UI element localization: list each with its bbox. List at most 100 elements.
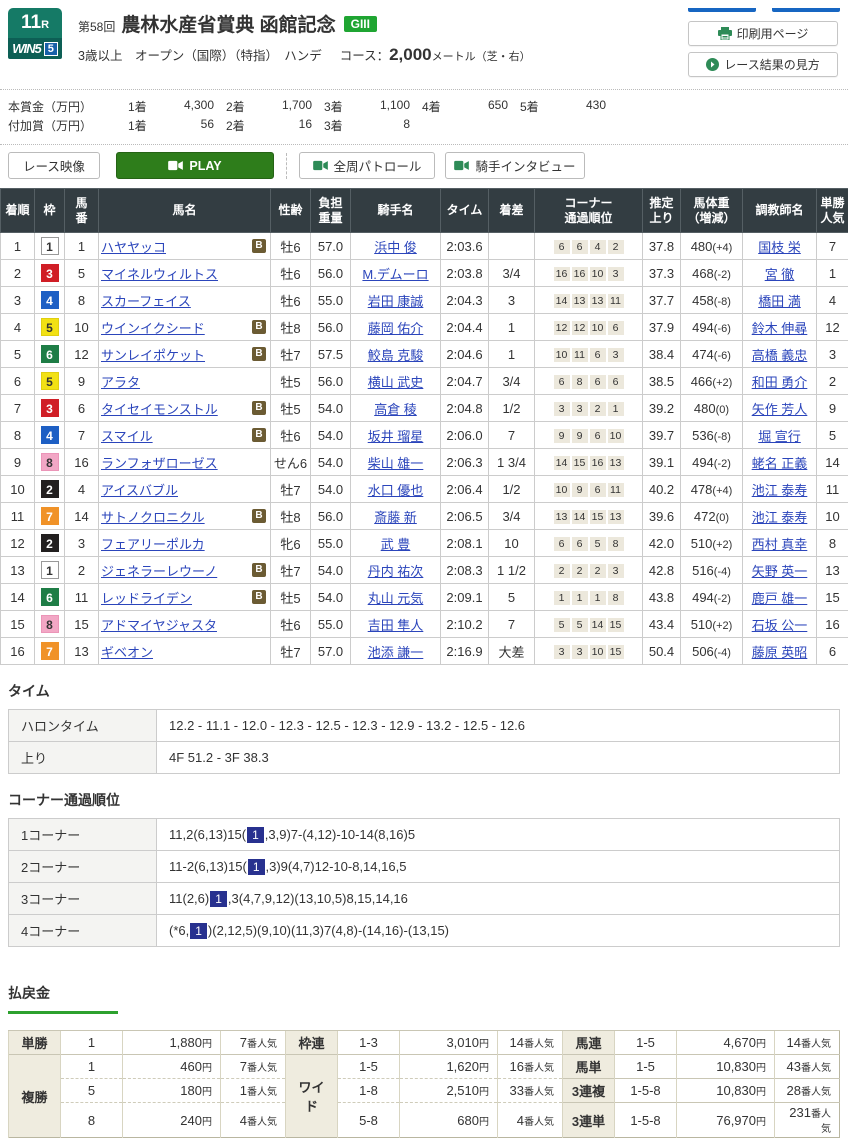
horse-weight-diff: (-4)	[714, 566, 731, 578]
trainer-link[interactable]: 矢野 英一	[752, 564, 808, 579]
corner-position: 6	[590, 429, 606, 443]
trainer-link[interactable]: 蛯名 正義	[752, 456, 808, 471]
trainer-link[interactable]: 池江 泰寿	[752, 483, 808, 498]
jockey-link[interactable]: 坂井 瑠星	[368, 429, 424, 444]
payout-amount-cell: 4,670円	[677, 1031, 775, 1055]
jockey-link[interactable]: 柴山 雄一	[368, 456, 424, 471]
finish-position: 1	[1, 233, 35, 260]
jockey-interview-button[interactable]: 騎手インタビュー	[445, 152, 585, 179]
horse-name-link[interactable]: アラタ	[101, 372, 140, 391]
horse-name-cell: レッドライデンB	[99, 584, 271, 611]
results-column-header: タイム	[441, 189, 489, 233]
jockey-link[interactable]: 吉田 隼人	[368, 618, 424, 633]
race-video-button[interactable]: レース映像	[8, 152, 100, 179]
horse-name-link[interactable]: ウインイクシード	[101, 318, 205, 337]
horse-number: 6	[65, 395, 99, 422]
payout-bet-type: 複勝	[9, 1055, 61, 1138]
play-button[interactable]: PLAY	[116, 152, 274, 179]
jockey-link[interactable]: 鮫島 克駿	[368, 348, 424, 363]
horse-name-link[interactable]: サトノクロニクル	[101, 507, 205, 526]
result-guide-button[interactable]: レース結果の見方	[688, 52, 838, 77]
horse-name-link[interactable]: ハヤヤッコ	[101, 237, 166, 256]
trainer-link[interactable]: 藤原 英昭	[752, 645, 808, 660]
horse-name-link[interactable]: レッドライデン	[101, 588, 192, 607]
horse-name-link[interactable]: ジェネラーレウーノ	[101, 561, 217, 580]
top-stub-button-left[interactable]	[688, 8, 756, 12]
corner-order-post: )(2,12,5)(9,10)(11,3)7(4,8)-(14,16)-(13,…	[208, 923, 449, 938]
corner-order-row: 4コーナー(*6,1)(2,12,5)(9,10)(11,3)7(4,8)-(1…	[9, 915, 840, 947]
horse-weight: 468	[692, 266, 714, 281]
trainer-link[interactable]: 鈴木 伸尋	[752, 321, 808, 336]
trainer-cell: 国枝 栄	[743, 233, 817, 260]
trainer-link[interactable]: 和田 勇介	[752, 375, 808, 390]
horse-name-link[interactable]: アイスバブル	[101, 480, 178, 499]
horse-name-link[interactable]: スカーフェイス	[101, 291, 191, 310]
trainer-link[interactable]: 西村 真幸	[752, 537, 808, 552]
jockey-link[interactable]: 丸山 元気	[368, 591, 424, 606]
horse-name-wrap: ジェネラーレウーノB	[101, 561, 268, 580]
payout-amount: 180	[180, 1083, 202, 1098]
horse-name-link[interactable]: ギベオン	[101, 642, 153, 661]
corner-position: 6	[608, 321, 624, 335]
jockey-link[interactable]: M.デムーロ	[362, 267, 428, 282]
finish-time: 2:08.1	[441, 530, 489, 557]
jockey-link[interactable]: 藤岡 佑介	[368, 321, 424, 336]
jockey-link[interactable]: 高倉 稜	[374, 402, 417, 417]
payout-amount: 1,620	[446, 1059, 479, 1074]
horse-name-link[interactable]: マイネルウィルトス	[101, 264, 218, 283]
horse-name-link[interactable]: サンレイポケット	[101, 345, 205, 364]
trainer-link[interactable]: 池江 泰寿	[752, 510, 808, 525]
payout-popularity-unit: 番人気	[524, 1063, 554, 1074]
trainer-link[interactable]: 宮 徹	[765, 267, 795, 282]
finish-time: 2:04.6	[441, 341, 489, 368]
horse-name-wrap: フェアリーポルカ	[101, 534, 268, 553]
sex-age: 牡6	[271, 611, 311, 638]
trainer-cell: 堀 宣行	[743, 422, 817, 449]
jockey-link[interactable]: 浜中 俊	[374, 240, 417, 255]
trainer-link[interactable]: 橋田 満	[758, 294, 801, 309]
trainer-link[interactable]: 石坂 公一	[752, 618, 808, 633]
horse-weight-diff: (-4)	[714, 647, 731, 659]
finish-position: 11	[1, 503, 35, 530]
jockey-link[interactable]: 岩田 康誠	[368, 294, 424, 309]
horse-name-link[interactable]: ランフォザローゼス	[101, 453, 218, 472]
payout-amount: 10,830	[716, 1059, 756, 1074]
payout-combination: 1-8	[338, 1079, 400, 1103]
trainer-link[interactable]: 堀 宣行	[758, 429, 801, 444]
trainer-cell: 和田 勇介	[743, 368, 817, 395]
margin: 1/2	[489, 476, 535, 503]
patrol-video-button[interactable]: 全周パトロール	[299, 152, 435, 179]
corner-position: 4	[590, 240, 606, 254]
trainer-link[interactable]: 国枝 栄	[758, 240, 801, 255]
jockey-link[interactable]: 丹内 祐次	[368, 564, 424, 579]
payout-amount: 3,010	[446, 1035, 479, 1050]
print-page-button[interactable]: 印刷用ページ	[688, 21, 838, 46]
trainer-link[interactable]: 矢作 芳人	[752, 402, 808, 417]
jockey-link[interactable]: 水口 優也	[368, 483, 424, 498]
jockey-link[interactable]: 池添 謙一	[368, 645, 424, 660]
winner-highlight: 1	[248, 859, 265, 875]
trainer-link[interactable]: 鹿戸 雄一	[752, 591, 808, 606]
jockey-link[interactable]: 横山 武史	[368, 375, 424, 390]
jockey-link[interactable]: 武 豊	[381, 537, 411, 552]
horse-name-cell: サンレイポケットB	[99, 341, 271, 368]
corner-position: 10	[554, 483, 570, 497]
jockey-link[interactable]: 斎藤 新	[374, 510, 417, 525]
horse-weight-cell: 458(-8)	[681, 287, 743, 314]
corner-order-post: ,3(4,7,9,12)(13,10,5)8,15,14,16	[228, 891, 408, 906]
corner-label: 3コーナー	[9, 883, 157, 915]
payout-popularity-unit: 番人気	[801, 1087, 831, 1098]
horse-name-link[interactable]: フェアリーポルカ	[101, 534, 205, 553]
corner-positions-cell: 551415	[535, 611, 643, 638]
carried-weight: 54.0	[311, 584, 351, 611]
trainer-link[interactable]: 高橋 義忠	[752, 348, 808, 363]
top-stub-button-right[interactable]	[772, 8, 840, 12]
horse-name-link[interactable]: タイセイモンストル	[101, 399, 218, 418]
horse-name-link[interactable]: スマイル	[101, 426, 153, 445]
results-column-header: コーナー 通過順位	[535, 189, 643, 233]
frame-number-badge: 4	[41, 426, 59, 444]
lap-time-value: 4F 51.2 - 3F 38.3	[157, 742, 840, 774]
horse-weight-cell: 478(+4)	[681, 476, 743, 503]
corner-order-pre: 11(2,6)	[169, 891, 209, 906]
horse-name-link[interactable]: アドマイヤジャスタ	[101, 615, 217, 634]
